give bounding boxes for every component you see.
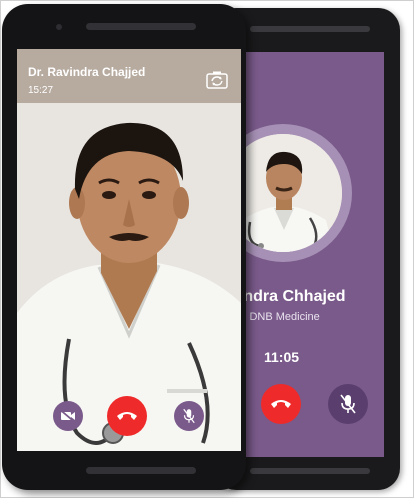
earpiece-speaker bbox=[250, 26, 370, 32]
phone-hangup-icon bbox=[271, 400, 291, 408]
call-header: Dr. Ravindra Chajjed 15:27 bbox=[17, 49, 241, 103]
doctor-name: vindra Chhajed bbox=[234, 288, 346, 305]
switch-camera-button[interactable] bbox=[206, 71, 228, 89]
mic-off-icon bbox=[183, 408, 195, 424]
mute-button[interactable] bbox=[328, 384, 368, 424]
voice-call-screen: vindra Chhajed S, DNB Medicine 11:05 bbox=[234, 52, 384, 457]
call-timer: 11:05 bbox=[264, 349, 300, 365]
earpiece-speaker bbox=[86, 23, 196, 30]
doctor-specialization: S, DNB Medicine bbox=[236, 311, 320, 323]
video-toggle-button[interactable] bbox=[53, 401, 83, 431]
bottom-speaker bbox=[86, 467, 196, 474]
front-camera-lens bbox=[56, 24, 62, 30]
mic-off-icon bbox=[340, 394, 356, 414]
doctor-name: Dr. Ravindra Chajjed bbox=[28, 65, 146, 79]
video-call-screen: Dr. Ravindra Chajjed 15:27 bbox=[17, 49, 241, 451]
call-duration: 15:27 bbox=[28, 85, 54, 96]
bottom-speaker bbox=[250, 468, 370, 474]
end-call-button[interactable] bbox=[261, 384, 301, 424]
end-call-button[interactable] bbox=[107, 396, 147, 436]
video-off-icon bbox=[60, 410, 75, 422]
phone-front: Dr. Ravindra Chajjed 15:27 bbox=[2, 4, 246, 490]
camera-switch-icon bbox=[206, 71, 228, 89]
phone-hangup-icon bbox=[117, 412, 137, 420]
mute-button[interactable] bbox=[174, 401, 204, 431]
